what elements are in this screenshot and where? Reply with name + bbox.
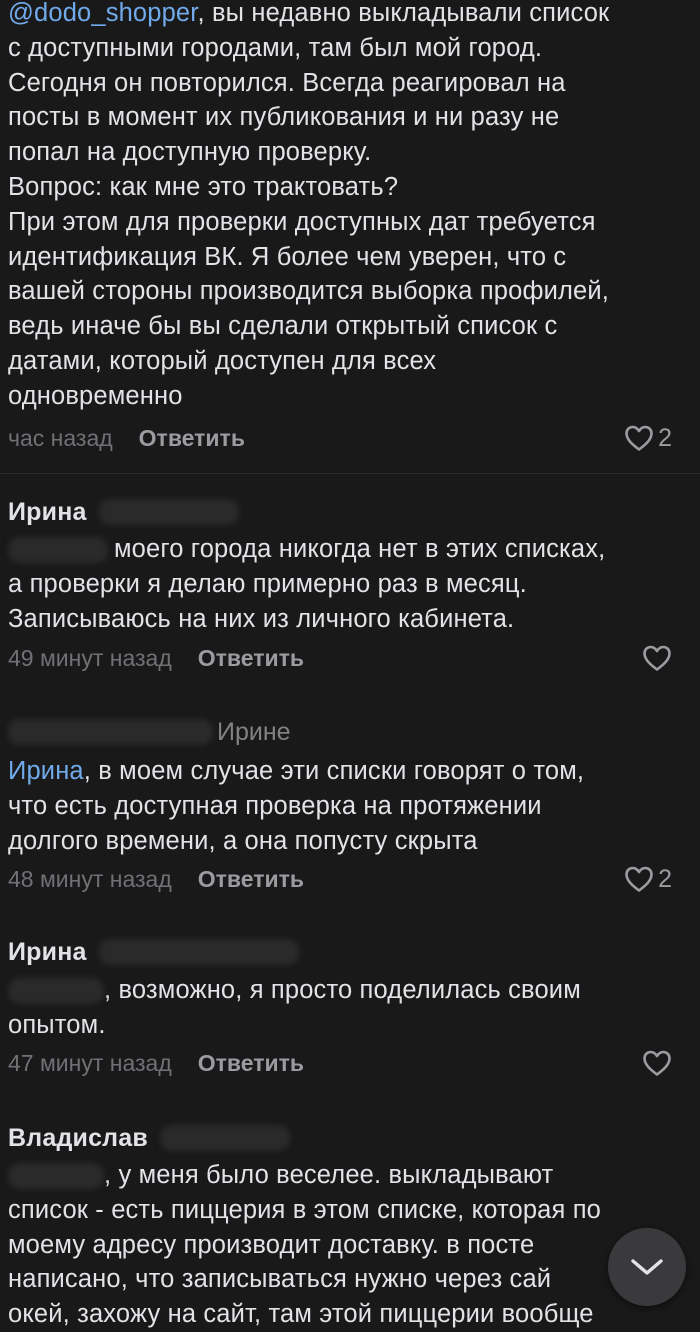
heart-outline-icon (625, 425, 653, 451)
comment-text: @dodo_shopper, вы недавно выкладывали сп… (8, 0, 610, 410)
redacted-name (159, 1125, 290, 1151)
like-count: 2 (658, 423, 672, 452)
heart-outline-icon (625, 866, 653, 892)
comment-time: 49 минут назад (8, 644, 172, 671)
comment-text: моего города никогда нет в этих списках,… (8, 535, 606, 633)
comment-time: 47 минут назад (8, 1049, 172, 1076)
like-button[interactable] (642, 644, 672, 672)
like-button[interactable]: 2 (624, 865, 672, 894)
like-button[interactable] (642, 1049, 672, 1077)
divider (0, 473, 700, 474)
comment-meta: 47 минут назад Ответить (8, 1043, 700, 1083)
redacted-author (8, 719, 213, 745)
reply-button[interactable]: Ответить (198, 1050, 304, 1077)
comment-meta: 48 минут назад Ответить 2 (8, 859, 700, 899)
comment-text: Ирина, в моем случае эти списки говорят … (8, 757, 585, 855)
comment-time: час назад (8, 424, 113, 451)
author-line: Ирине (8, 714, 291, 750)
scroll-down-button[interactable] (608, 1228, 686, 1306)
redacted-mention (8, 978, 104, 1005)
comment-text: , возможно, я просто поделилась своим оп… (8, 976, 581, 1039)
comment-text: , у меня было веселее. выкладывают списо… (8, 1161, 602, 1329)
author-line: Ирина (8, 494, 239, 530)
heart-outline-icon (643, 645, 671, 671)
chevron-down-icon (631, 1259, 663, 1275)
author-name[interactable]: Ирина (8, 498, 87, 527)
reply-button[interactable]: Ответить (198, 645, 304, 672)
comment-meta: час назад Ответить 2 (8, 418, 700, 458)
reply-button[interactable]: Ответить (198, 866, 304, 893)
mention-link[interactable]: @dodo_shopper (8, 0, 198, 27)
like-count: 2 (658, 864, 672, 893)
mention-link[interactable]: Ирина (8, 757, 84, 785)
comment-meta: 49 минут назад Ответить (8, 638, 700, 678)
author-line: Ирина (8, 934, 299, 970)
heart-outline-icon (643, 1050, 671, 1076)
author-name[interactable]: Владислав (8, 1124, 148, 1153)
like-button[interactable]: 2 (624, 424, 672, 453)
author-name[interactable]: Ирина (8, 938, 87, 967)
reply-button[interactable]: Ответить (139, 425, 245, 452)
reply-to-label[interactable]: Ирине (217, 718, 291, 747)
author-line: Владислав (8, 1120, 290, 1156)
comment-time: 48 минут назад (8, 865, 172, 892)
redacted-mention (8, 537, 108, 564)
redacted-mention (8, 1163, 104, 1190)
redacted-name (98, 499, 239, 525)
redacted-name (98, 939, 299, 965)
